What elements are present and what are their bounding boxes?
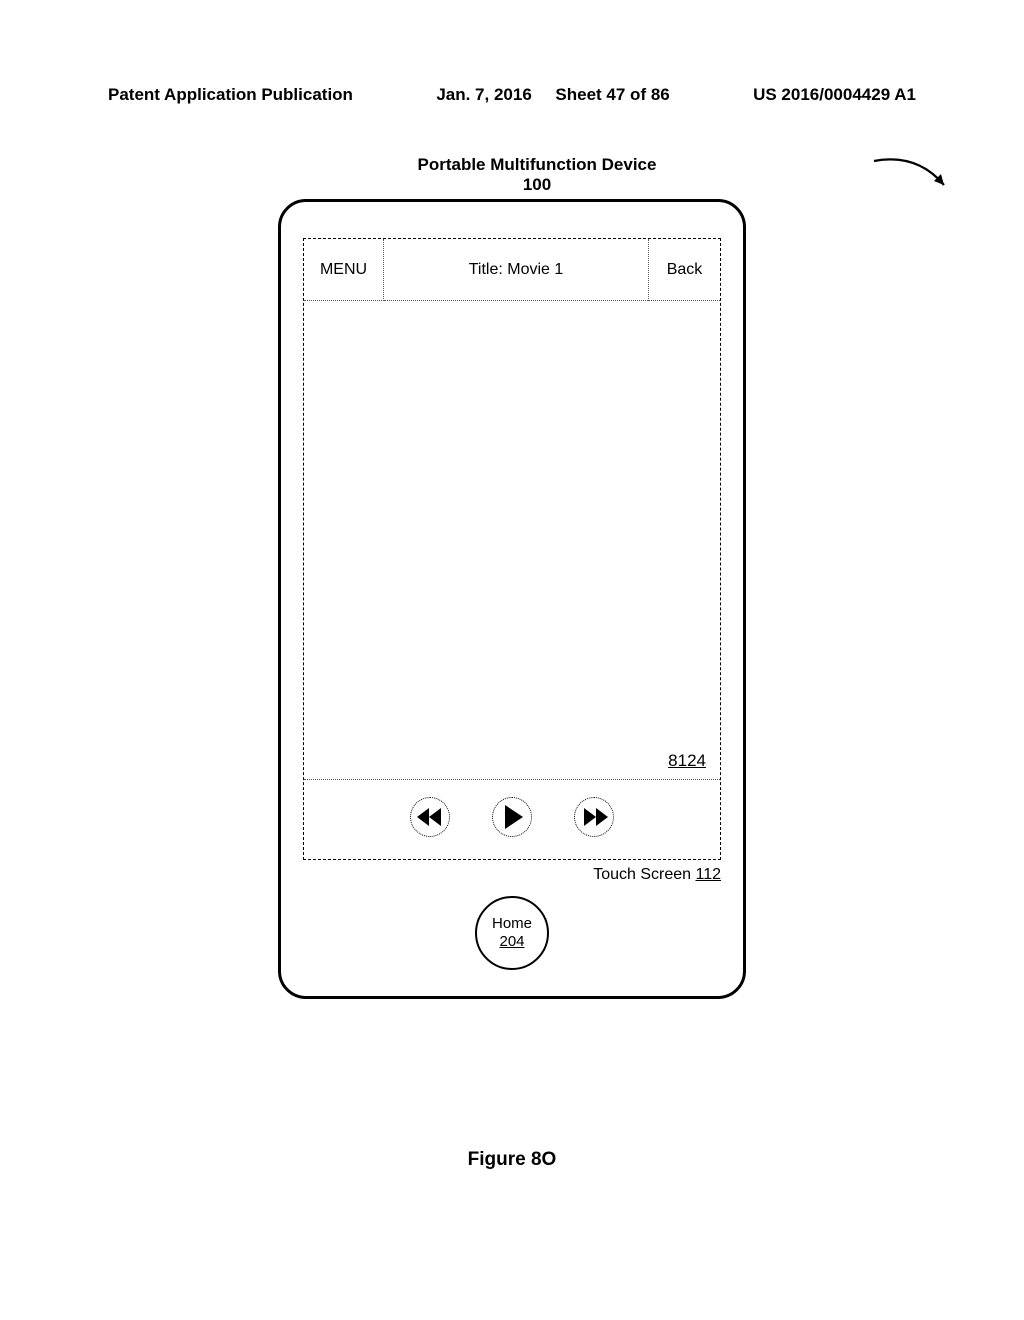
figure-caption: Figure 8O bbox=[267, 1149, 757, 1171]
touch-screen[interactable]: MENU Title: Movie 1 Back 8124 bbox=[303, 238, 721, 860]
header-pubnum: US 2016/0004429 A1 bbox=[753, 85, 916, 105]
video-content-area[interactable]: 8124 bbox=[304, 301, 720, 779]
back-button[interactable]: Back bbox=[648, 239, 720, 301]
rewind-button[interactable] bbox=[410, 797, 450, 837]
title-bar: Title: Movie 1 bbox=[384, 239, 648, 301]
page-header: Patent Application Publication Jan. 7, 2… bbox=[108, 85, 916, 105]
forward-icon bbox=[584, 808, 608, 826]
touchscreen-label: Touch Screen 112 bbox=[593, 866, 721, 884]
touchscreen-num: 112 bbox=[695, 866, 721, 883]
header-date-sheet: Jan. 7, 2016 Sheet 47 of 86 bbox=[436, 85, 669, 105]
device-body: MENU Title: Movie 1 Back 8124 bbox=[278, 199, 746, 999]
menu-label: MENU bbox=[320, 261, 367, 279]
figure-area: Portable Multifunction Device 100 MENU T… bbox=[267, 155, 757, 1171]
touchscreen-text: Touch Screen bbox=[593, 866, 691, 883]
back-label: Back bbox=[667, 261, 703, 279]
patent-page: Patent Application Publication Jan. 7, 2… bbox=[0, 0, 1024, 1320]
topbar: MENU Title: Movie 1 Back bbox=[304, 239, 720, 301]
playback-controls bbox=[304, 779, 720, 849]
home-num: 204 bbox=[499, 933, 524, 951]
rewind-icon bbox=[417, 808, 441, 826]
header-date: Jan. 7, 2016 bbox=[436, 85, 531, 104]
header-sheet: Sheet 47 of 86 bbox=[555, 85, 669, 104]
leader-arrow-icon bbox=[872, 149, 962, 199]
device-label: Portable Multifunction Device bbox=[418, 155, 657, 174]
device-ref-num: 100 bbox=[317, 175, 757, 195]
reference-8124: 8124 bbox=[668, 751, 706, 771]
play-button[interactable] bbox=[492, 797, 532, 837]
device-label-block: Portable Multifunction Device 100 bbox=[317, 155, 757, 195]
title-text: Title: Movie 1 bbox=[469, 261, 564, 279]
menu-button[interactable]: MENU bbox=[304, 239, 384, 301]
home-button[interactable]: Home 204 bbox=[475, 896, 549, 970]
header-publication: Patent Application Publication bbox=[108, 85, 353, 105]
home-label: Home bbox=[492, 915, 532, 933]
forward-button[interactable] bbox=[574, 797, 614, 837]
play-icon bbox=[505, 805, 523, 829]
